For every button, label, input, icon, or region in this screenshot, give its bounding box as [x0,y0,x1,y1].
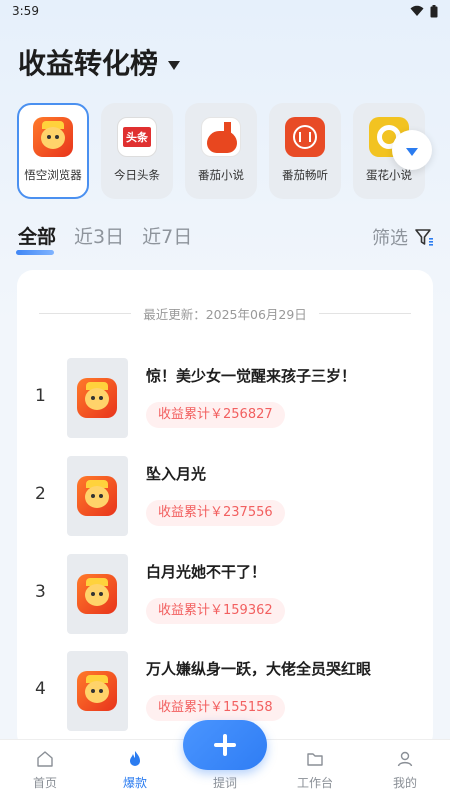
app-selector: 悟空浏览器 头条 今日头条 番茄小说 番茄畅听 蛋花小说 [17,103,447,199]
wukong-app-icon [77,476,117,516]
rank-number: 3 [35,582,46,602]
time-range-tabs: 全部 近3日 近7日 [15,222,192,255]
nav-workbench[interactable]: 工作台 [270,740,360,802]
ranking-card: 最近更新：2025年06月29日 1 惊！美少女一觉醒来孩子三岁！ 收益累计￥2… [17,270,433,750]
battery-icon [430,4,438,17]
app-card-fanqie-listen[interactable]: 番茄畅听 [269,103,341,199]
book-cover [67,456,128,536]
book-title: 万人嫌纵身一跃，大佬全员哭红眼 [146,660,372,678]
app-card-fanqie-novel[interactable]: 番茄小说 [185,103,257,199]
filter-button[interactable]: 筛选 [372,224,434,250]
last-updated: 最近更新：2025年06月29日 [17,304,433,323]
rank-number: 2 [35,484,46,504]
wukong-app-icon [77,378,117,418]
status-icons [410,4,438,18]
filter-label: 筛选 [372,228,408,249]
wukong-app-icon [77,574,117,614]
app-card-label: 蛋花小说 [366,168,412,182]
app-card-label: 番茄畅听 [282,168,328,182]
page-title-dropdown[interactable]: 收益转化榜 [18,42,181,82]
wifi-icon [410,5,424,16]
divider [318,313,411,314]
nav-hot-label: 爆款 [122,776,147,790]
home-icon [37,751,53,767]
nav-mine-label: 我的 [392,776,417,790]
status-time: 3:59 [12,4,39,18]
earnings-badge: 收益累计￥155158 [146,695,285,721]
ranking-row[interactable]: 2 坠入月光 收益累计￥237556 [17,456,433,538]
page-title: 收益转化榜 [18,47,159,80]
app-card-label: 番茄小说 [198,168,244,182]
app-card-label: 今日头条 [114,168,160,182]
last-updated-text: 最近更新：2025年06月29日 [143,307,307,322]
tab-all[interactable]: 全部 [15,222,56,255]
status-bar: 3:59 [0,0,450,22]
earnings-badge: 收益累计￥237556 [146,500,285,526]
ranking-row[interactable]: 3 白月光她不干了！ 收益累计￥159362 [17,554,433,636]
toutiao-app-icon: 头条 [117,117,157,157]
book-cover [67,358,128,438]
nav-prompt-label: 提词 [212,776,237,790]
wukong-app-icon [77,671,117,711]
book-cover [67,554,128,634]
user-icon [397,751,413,767]
filter-icon [415,229,433,246]
app-card-label: 悟空浏览器 [24,168,82,182]
book-title: 坠入月光 [146,465,207,483]
expand-apps-button[interactable] [392,130,432,170]
nav-home-label: 首页 [32,776,57,790]
toutiao-badge-text: 头条 [123,127,151,147]
fanqie-listen-app-icon [285,117,325,157]
nav-home[interactable]: 首页 [0,740,90,802]
divider [39,313,132,314]
tab-7-days[interactable]: 近7日 [142,222,192,249]
wukong-app-icon [33,117,73,157]
rank-number: 4 [35,679,46,699]
tab-3-days[interactable]: 近3日 [74,222,124,249]
plus-icon [214,734,236,756]
rank-number: 1 [35,386,46,406]
book-cover [67,651,128,731]
nav-workbench-label: 工作台 [296,776,333,790]
app-card-wukong[interactable]: 悟空浏览器 [17,103,89,199]
nav-hot[interactable]: 爆款 [90,740,180,802]
flame-icon [130,751,140,766]
fanqie-novel-app-icon [201,117,241,157]
add-button[interactable] [183,720,267,770]
folder-icon [307,753,323,766]
earnings-badge: 收益累计￥159362 [146,598,285,624]
app-card-toutiao[interactable]: 头条 今日头条 [101,103,173,199]
chevron-down-icon [406,147,418,156]
book-title: 惊！美少女一觉醒来孩子三岁！ [146,367,357,385]
nav-mine[interactable]: 我的 [360,740,450,802]
ranking-row[interactable]: 1 惊！美少女一觉醒来孩子三岁！ 收益累计￥256827 [17,358,433,440]
chevron-down-icon [168,60,181,70]
earnings-badge: 收益累计￥256827 [146,402,285,428]
book-title: 白月光她不干了！ [146,563,267,581]
